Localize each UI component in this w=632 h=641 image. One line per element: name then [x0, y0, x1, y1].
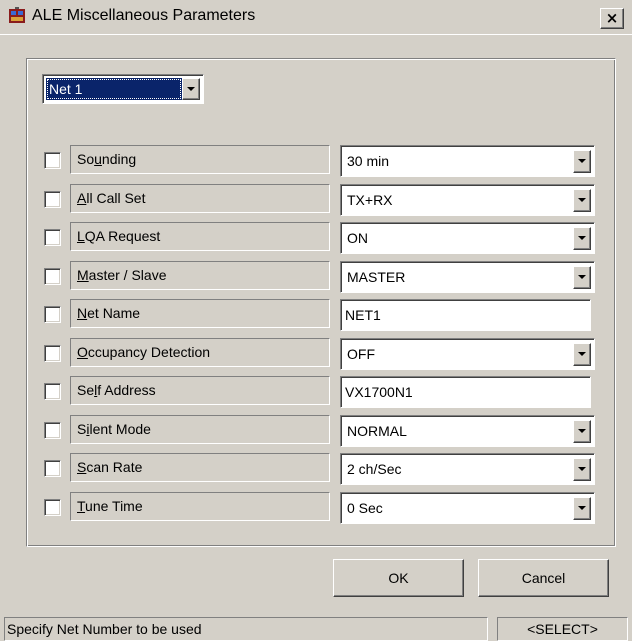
dropdown-arrow-icon[interactable]: [573, 189, 591, 212]
parameter-select-value: 0 Sec: [347, 500, 383, 516]
parameter-select-value: OFF: [347, 346, 375, 362]
dropdown-arrow-icon[interactable]: [573, 458, 591, 481]
parameter-label: Tune Time: [70, 492, 330, 521]
parameter-row: Silent Mode NORMAL: [0, 415, 632, 447]
parameter-row: Tune Time 0 Sec: [0, 492, 632, 524]
net-select-value: Net 1: [46, 78, 182, 100]
parameter-checkbox[interactable]: [44, 268, 61, 285]
parameter-row: All Call Set TX+RX: [0, 184, 632, 216]
parameter-checkbox[interactable]: [44, 345, 61, 362]
parameter-row: LQA Request ON: [0, 222, 632, 254]
parameter-select[interactable]: 2 ch/Sec: [340, 453, 595, 485]
parameter-select[interactable]: OFF: [340, 338, 595, 370]
ok-button[interactable]: OK: [333, 559, 464, 597]
parameter-row: Master / Slave MASTER: [0, 261, 632, 293]
parameter-text-input[interactable]: VX1700N1: [340, 376, 591, 408]
parameter-label: Master / Slave: [70, 261, 330, 290]
parameter-select[interactable]: TX+RX: [340, 184, 595, 216]
parameter-label: Silent Mode: [70, 415, 330, 444]
parameter-select[interactable]: MASTER: [340, 261, 595, 293]
parameter-checkbox[interactable]: [44, 306, 61, 323]
dropdown-arrow-icon[interactable]: [573, 343, 591, 366]
parameter-checkbox[interactable]: [44, 422, 61, 439]
window-title: ALE Miscellaneous Parameters: [32, 7, 256, 24]
status-mode: <SELECT>: [497, 617, 628, 641]
parameter-checkbox[interactable]: [44, 383, 61, 400]
dropdown-arrow-icon[interactable]: [573, 420, 591, 443]
title-bar: ALE Miscellaneous Parameters ×: [0, 0, 632, 35]
parameter-row: Self Address VX1700N1: [0, 376, 632, 408]
parameter-row: Occupancy Detection OFF: [0, 338, 632, 370]
parameter-checkbox[interactable]: [44, 191, 61, 208]
parameter-select-value: NORMAL: [347, 423, 407, 439]
parameter-label: Self Address: [70, 376, 330, 405]
parameter-select[interactable]: 0 Sec: [340, 492, 595, 524]
dropdown-arrow-icon[interactable]: [573, 150, 591, 173]
parameter-select-value: ON: [347, 230, 368, 246]
status-bar: Specify Net Number to be used <SELECT>: [0, 617, 632, 641]
cancel-button[interactable]: Cancel: [478, 559, 609, 597]
parameter-text-input[interactable]: NET1: [340, 299, 591, 331]
parameter-checkbox[interactable]: [44, 229, 61, 246]
parameter-label: Occupancy Detection: [70, 338, 330, 367]
status-message: Specify Net Number to be used: [4, 617, 488, 641]
parameter-label: All Call Set: [70, 184, 330, 213]
parameter-checkbox[interactable]: [44, 152, 61, 169]
parameter-label: Sounding: [70, 145, 330, 174]
parameter-checkbox[interactable]: [44, 499, 61, 516]
close-icon: ×: [605, 9, 619, 27]
parameter-row: Net Name NET1: [0, 299, 632, 331]
parameter-select-value: 2 ch/Sec: [347, 461, 402, 477]
parameter-select[interactable]: ON: [340, 222, 595, 254]
parameter-label: Net Name: [70, 299, 330, 328]
close-button[interactable]: ×: [600, 8, 624, 29]
dropdown-arrow-icon[interactable]: [573, 266, 591, 289]
parameter-select-value: TX+RX: [347, 192, 393, 208]
net-select[interactable]: Net 1: [42, 74, 204, 104]
parameter-select-value: 30 min: [347, 153, 390, 169]
parameter-label: LQA Request: [70, 222, 330, 251]
net-select-dropdown-button[interactable]: [182, 78, 200, 100]
parameter-row: Scan Rate 2 ch/Sec: [0, 453, 632, 485]
app-icon: [9, 7, 25, 23]
parameter-label: Scan Rate: [70, 453, 330, 482]
dropdown-arrow-icon[interactable]: [573, 497, 591, 520]
parameter-select-value: MASTER: [347, 269, 406, 285]
parameter-select[interactable]: 30 min: [340, 145, 595, 177]
parameter-select[interactable]: NORMAL: [340, 415, 595, 447]
dropdown-arrow-icon[interactable]: [573, 227, 591, 250]
parameter-row: Sounding 30 min: [0, 145, 632, 177]
parameter-checkbox[interactable]: [44, 460, 61, 477]
